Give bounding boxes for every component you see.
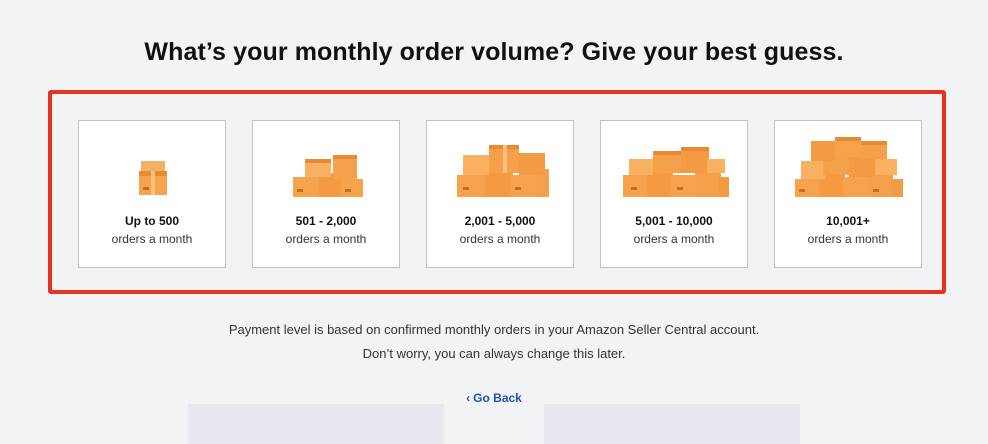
option-range: 5,001 - 10,000 xyxy=(635,214,713,228)
option-range: 10,001+ xyxy=(826,214,870,228)
option-unit: orders a month xyxy=(459,232,541,246)
large-box-stack-icon xyxy=(623,147,729,197)
option-unit: orders a month xyxy=(807,232,889,246)
option-card-5001-10000[interactable]: 5,001 - 10,000 orders a month xyxy=(600,120,748,268)
order-volume-options: Up to 500 orders a month 501 - 2,000 ord… xyxy=(78,120,924,270)
go-back-link[interactable]: ‹ Go Back xyxy=(0,391,988,405)
option-unit: orders a month xyxy=(633,232,715,246)
option-unit: orders a month xyxy=(285,232,367,246)
option-range: 501 - 2,000 xyxy=(295,214,357,228)
option-card-up-to-500[interactable]: Up to 500 orders a month xyxy=(78,120,226,268)
option-unit: orders a month xyxy=(111,232,193,246)
option-card-10001-plus[interactable]: 10,001+ orders a month xyxy=(774,120,922,268)
option-card-501-2000[interactable]: 501 - 2,000 orders a month xyxy=(252,120,400,268)
small-box-stack-icon xyxy=(293,155,363,197)
faded-secondary-button xyxy=(544,404,800,444)
option-range: 2,001 - 5,000 xyxy=(464,214,536,228)
medium-box-stack-icon xyxy=(457,145,549,197)
single-box-icon xyxy=(139,161,167,195)
page-title: What’s your monthly order volume? Give y… xyxy=(144,38,844,66)
huge-box-stack-icon xyxy=(795,137,903,197)
payment-level-note: Payment level is based on confirmed mont… xyxy=(228,322,760,337)
chevron-left-icon: ‹ xyxy=(466,391,471,405)
go-back-label: Go Back xyxy=(473,391,522,405)
option-card-2001-5000[interactable]: 2,001 - 5,000 orders a month xyxy=(426,120,574,268)
option-range: Up to 500 xyxy=(124,214,179,228)
change-later-note: Don’t worry, you can always change this … xyxy=(362,346,626,361)
faded-primary-button xyxy=(188,404,444,444)
